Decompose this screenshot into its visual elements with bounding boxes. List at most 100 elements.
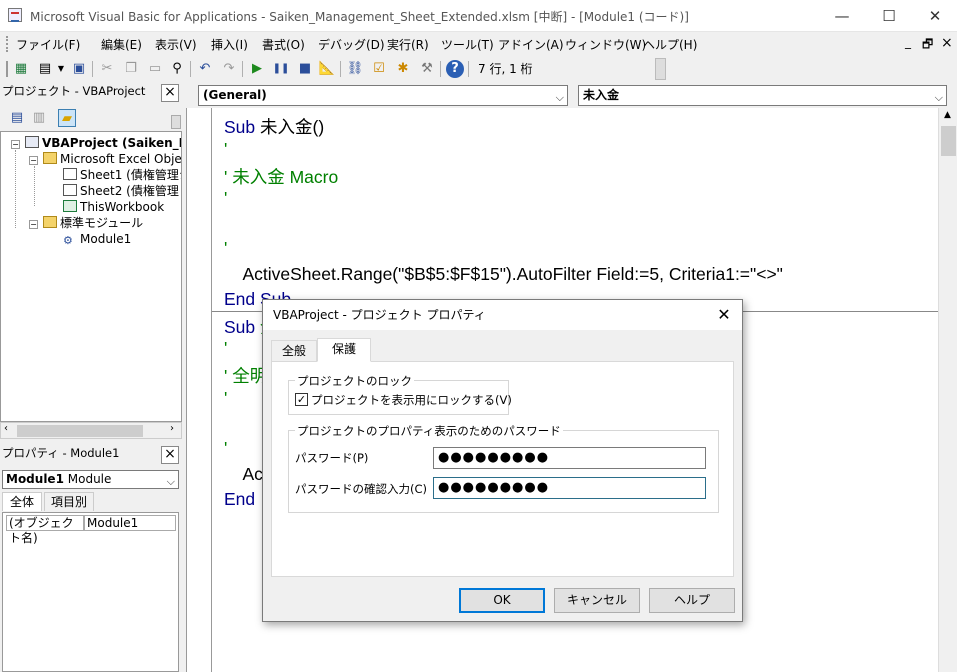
tab-category[interactable]: 項目別 — [44, 492, 94, 511]
toolbar-separator — [190, 61, 191, 77]
tree-node-label: ThisWorkbook — [80, 200, 165, 214]
tab-general[interactable]: 全般 — [271, 340, 317, 362]
toolbar-separator — [440, 61, 441, 77]
code-text: 未入金() — [255, 117, 325, 137]
menu-run[interactable]: 実行(R) — [387, 36, 429, 53]
confirm-password-input[interactable]: ●●●●●●●●● — [433, 477, 706, 499]
insert-dropdown-icon[interactable]: ▼ — [52, 60, 70, 78]
scroll-right-icon[interactable]: › — [170, 423, 174, 434]
toolbar-overflow[interactable] — [655, 58, 666, 80]
mdi-close-button[interactable]: × — [941, 35, 953, 51]
object-browser-icon[interactable]: ✱ — [394, 60, 412, 78]
properties-panel-close-button[interactable]: × — [161, 446, 179, 464]
tab-protection[interactable]: 保護 — [317, 338, 371, 362]
code-line: Ac — [224, 464, 263, 484]
save-icon[interactable]: ▣ — [70, 60, 88, 78]
property-value[interactable]: Module1 — [84, 515, 176, 531]
tree-node-module1[interactable]: ⚙ Module1 — [63, 231, 131, 247]
help-icon[interactable]: ? — [446, 60, 464, 78]
collapse-icon[interactable]: − — [29, 220, 38, 229]
menu-addins[interactable]: アドイン(A) — [498, 36, 564, 53]
excel-view-icon[interactable]: ▦ — [12, 60, 30, 78]
code-line: ' — [224, 438, 228, 458]
title-bar: Microsoft Visual Basic for Applications … — [0, 0, 957, 32]
menu-format[interactable]: 書式(O) — [262, 36, 305, 53]
menu-tools[interactable]: ツール(T) — [441, 36, 494, 53]
break-icon[interactable]: ❚❚ — [272, 60, 290, 78]
code-keyword: Sub — [224, 317, 256, 337]
object-type: Module — [67, 472, 112, 486]
mdi-minimize-button[interactable]: _ — [905, 35, 911, 49]
close-button[interactable]: ✕ — [912, 0, 957, 32]
scroll-left-icon[interactable]: ‹ — [4, 423, 8, 434]
property-name[interactable]: (オブジェクト名) — [6, 515, 84, 545]
menu-edit[interactable]: 編集(E) — [101, 36, 142, 53]
menu-view[interactable]: 表示(V) — [155, 36, 197, 53]
maximize-button[interactable]: ☐ — [866, 0, 912, 32]
tree-node-thisworkbook[interactable]: ThisWorkbook — [63, 199, 164, 215]
scroll-thumb[interactable] — [17, 425, 143, 437]
reset-icon[interactable]: ■ — [296, 60, 314, 78]
minimize-button[interactable]: — — [819, 0, 865, 32]
code-line: ' — [224, 188, 228, 208]
sheet-icon — [63, 184, 77, 196]
project-panel-close-button[interactable]: × — [161, 84, 179, 102]
menu-debug[interactable]: デバッグ(D) — [318, 36, 385, 53]
properties-window-icon[interactable]: ☑ — [370, 60, 388, 78]
code-line: ' — [224, 338, 228, 358]
project-tree-hscrollbar[interactable]: ‹ › — [0, 422, 182, 439]
menu-insert[interactable]: 挿入(I) — [211, 36, 248, 53]
paste-icon[interactable]: ▭ — [146, 60, 164, 78]
tab-all[interactable]: 全体 — [2, 492, 42, 511]
lock-checkbox-label[interactable]: プロジェクトを表示用にロックする(V) — [311, 392, 512, 408]
dialog-close-button[interactable]: ✕ — [714, 305, 734, 325]
dialog-title: VBAProject - プロジェクト プロパティ — [263, 300, 742, 330]
design-mode-icon[interactable]: 📐 — [318, 60, 336, 78]
collapse-icon[interactable]: − — [11, 140, 20, 149]
chevron-down-icon: ⌵ — [555, 91, 564, 104]
properties-object-select[interactable]: Module1 Module ⌵ — [2, 470, 179, 489]
help-button[interactable]: ヘルプ — [649, 588, 735, 613]
view-object-icon[interactable]: ▥ — [30, 109, 48, 127]
mdi-restore-button[interactable]: 🗗 — [922, 35, 933, 56]
run-icon[interactable]: ▶ — [248, 60, 266, 78]
project-explorer-icon[interactable]: ⛓ — [346, 60, 364, 78]
tree-node-sheet1[interactable]: Sheet1 (債権管理シ — [63, 167, 181, 183]
toolbar-separator — [242, 61, 243, 77]
code-keyword: Sub — [224, 117, 256, 137]
menu-help[interactable]: ヘルプ(H) — [643, 36, 697, 53]
toggle-folders-icon[interactable]: ▰ — [58, 109, 76, 127]
code-line: ' — [224, 238, 228, 258]
code-line: ' 未入金 Macro — [224, 167, 339, 187]
procedure-combo[interactable]: 未入金 ⌵ — [578, 85, 947, 106]
find-icon[interactable]: ⚲ — [168, 60, 186, 78]
view-code-icon[interactable]: ▤ — [8, 109, 26, 127]
code-line: Sub 未入金() — [224, 114, 324, 139]
cancel-button[interactable]: キャンセル — [554, 588, 640, 613]
object-name: Module1 — [6, 472, 64, 486]
ok-button[interactable]: OK — [459, 588, 545, 613]
proj-toolbar-overflow[interactable] — [171, 115, 181, 129]
menu-file[interactable]: ファイル(F) — [16, 36, 80, 53]
tree-node-sheet2[interactable]: Sheet2 (債権管理 — [63, 183, 179, 199]
code-line: ' 全明 — [224, 366, 268, 386]
tree-node-excel-objects[interactable]: Microsoft Excel Object — [43, 151, 181, 167]
collapse-icon[interactable]: − — [29, 156, 38, 165]
undo-icon[interactable]: ↶ — [196, 60, 214, 78]
scroll-up-icon[interactable]: ▲ — [944, 110, 951, 120]
password-input[interactable]: ●●●●●●●●● — [433, 447, 706, 469]
copy-icon[interactable]: ❐ — [122, 60, 140, 78]
menu-window[interactable]: ウィンドウ(W) — [565, 36, 646, 53]
lock-group: プロジェクトのロック ✓ プロジェクトを表示用にロックする(V) — [288, 373, 512, 415]
code-line: ActiveSheet.Range("$B$5:$F$15").AutoFilt… — [224, 264, 783, 284]
redo-icon[interactable]: ↷ — [220, 60, 238, 78]
tree-node-modules[interactable]: 標準モジュール — [43, 215, 143, 231]
code-vscrollbar[interactable]: ▲ — [938, 108, 957, 672]
object-combo[interactable]: (General) ⌵ — [198, 85, 568, 106]
tree-line — [15, 150, 16, 228]
lock-checkbox[interactable]: ✓ — [295, 393, 308, 406]
tree-node-vbaproject[interactable]: VBAProject (Saiken_M — [25, 135, 181, 151]
scroll-thumb[interactable] — [941, 126, 956, 156]
cut-icon[interactable]: ✂ — [98, 60, 116, 78]
toolbox-icon[interactable]: ⚒ — [418, 60, 436, 78]
